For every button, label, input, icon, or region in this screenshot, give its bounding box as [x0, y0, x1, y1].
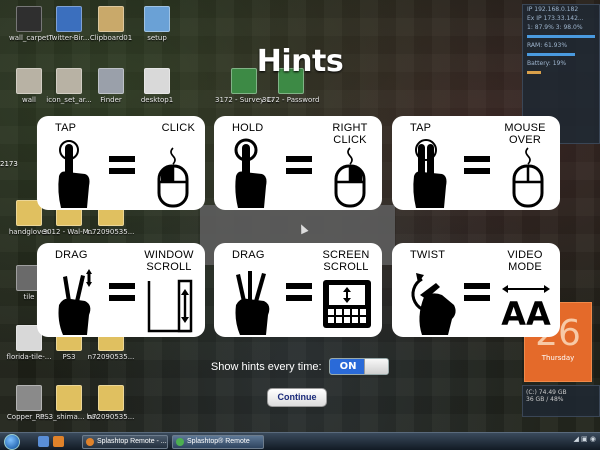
disk-usage: 36 GB / 48% — [526, 396, 564, 403]
hint-action-label: CLICK — [161, 122, 195, 134]
desktop-icon[interactable]: n72090535... — [82, 385, 140, 421]
taskbar: Splashtop Remote - ... Splashtop® Remote… — [0, 432, 600, 450]
twist-gesture-icon — [411, 273, 456, 335]
equals-sign — [464, 156, 490, 174]
task-label: Splashtop® Remote — [187, 438, 250, 445]
external-ip: Ex IP 173.33.142... — [527, 15, 584, 22]
show-desktop-icon[interactable] — [38, 436, 49, 447]
screen-scroll-icon — [323, 280, 371, 328]
hint-gesture-label: DRAG — [55, 249, 88, 261]
one-finger-hold-icon — [234, 138, 267, 208]
disk-label: (C:) 74.49 GB — [526, 389, 567, 396]
desktop-icon[interactable]: setup — [128, 6, 186, 42]
hint-action-label: MOUSE OVER — [504, 122, 546, 146]
toggle-on-state: ON — [330, 359, 367, 374]
two-finger-tap-icon — [413, 139, 447, 208]
video-mode-icon: AA — [501, 285, 551, 327]
cpu-bar — [527, 35, 595, 38]
start-button[interactable] — [4, 434, 20, 450]
desktop-icon-label: 3172 - Password ... — [262, 96, 320, 104]
firefox-icon — [86, 438, 94, 446]
side-number: 2173 — [0, 160, 18, 168]
show-hints-label: Show hints every time: — [210, 360, 322, 373]
desktop-icon-image — [16, 385, 42, 411]
hint-action-label: WINDOW SCROLL — [144, 249, 194, 273]
one-finger-tap-icon — [58, 140, 90, 208]
hint-action-label: VIDEO MODE — [507, 249, 543, 273]
two-finger-drag-icon — [58, 269, 92, 335]
cpu-load: 1: 87.9% 3: 98.0% — [527, 24, 583, 31]
equals-sign — [464, 283, 490, 301]
window-scroll-icon — [147, 279, 193, 333]
task-label: Splashtop Remote - ... — [97, 438, 167, 445]
mouse-over-icon — [512, 147, 544, 208]
firefox-icon[interactable] — [53, 436, 64, 447]
hint-gesture-label: DRAG — [232, 249, 265, 261]
hint-action-label: RIGHT CLICK — [332, 122, 368, 146]
desktop-icon-image — [56, 6, 82, 32]
video-mode-glyph: AA — [501, 295, 551, 327]
desktop-icon-image — [98, 6, 124, 32]
splashtop-icon — [176, 438, 184, 446]
hint-card-tap-mouse-over: TAP MOUSE OVER — [392, 116, 560, 210]
disk-gadget: (C:) 74.49 GB 36 GB / 48% — [522, 385, 600, 417]
taskbar-item-splashtop-remote[interactable]: Splashtop® Remote — [172, 435, 264, 449]
equals-sign — [286, 283, 312, 301]
show-hints-row: Show hints every time: ON — [0, 358, 600, 375]
hint-action-label: SCREEN SCROLL — [322, 249, 370, 273]
hint-gesture-label: TAP — [55, 122, 77, 134]
hints-title: Hints — [256, 44, 344, 79]
desktop-icon-image — [56, 385, 82, 411]
mouse-left-click-icon — [157, 147, 189, 208]
hint-card-tap-click: TAP CLICK — [37, 116, 205, 210]
desktop-icon-label: desktop1 — [140, 96, 174, 104]
hint-gesture-label: TAP — [410, 122, 432, 134]
mouse-right-click-icon — [334, 147, 366, 208]
equals-sign — [109, 156, 135, 174]
equals-sign — [286, 156, 312, 174]
show-hints-toggle[interactable]: ON — [329, 358, 390, 375]
desktop-icon-image — [144, 6, 170, 32]
hint-card-twist-video-mode: TWIST VIDEO MODE AA — [392, 243, 560, 337]
system-tray[interactable]: ◢ ▣ ◉ — [573, 435, 596, 443]
toggle-knob[interactable] — [364, 359, 389, 374]
taskbar-item-splashtop-browser[interactable]: Splashtop Remote - ... — [82, 435, 168, 449]
desktop-icon-label: setup — [147, 34, 167, 42]
hint-gesture-label: HOLD — [232, 122, 264, 134]
ip-address: IP 192.168.0.182 — [527, 6, 579, 13]
hint-card-drag-screen-scroll: DRAG SCREEN SCROLL — [214, 243, 382, 337]
equals-sign — [109, 283, 135, 301]
hint-gesture-label: TWIST — [410, 249, 446, 261]
desktop-icon-label: n72090535... — [87, 228, 135, 236]
three-finger-drag-icon — [235, 271, 270, 335]
desktop-icon-image — [16, 6, 42, 32]
hint-card-hold-right-click: HOLD RIGHT CLICK — [214, 116, 382, 210]
desktop-icon-label: n72090535... — [87, 413, 135, 421]
continue-button[interactable]: Continue — [267, 388, 327, 407]
hint-card-drag-window-scroll: DRAG WINDOW SCROLL — [37, 243, 205, 337]
desktop-icon-image — [98, 385, 124, 411]
